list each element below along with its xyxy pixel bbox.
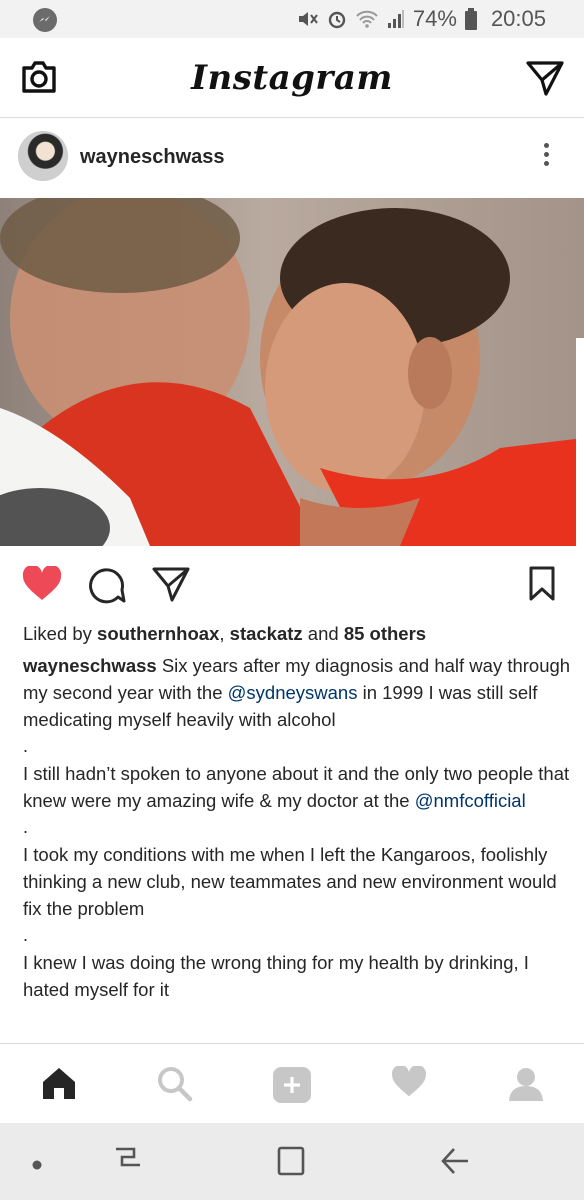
caption-paragraph: I knew I was doing the wrong thing for m… [23,952,529,1000]
add-icon[interactable] [272,1066,312,1109]
battery-percent: 74% [412,6,457,31]
post-username[interactable]: wayneschwass [80,146,225,169]
caption-separator: . [23,736,29,756]
post-caption: wayneschwass Six years after my diagnosi… [23,652,571,1003]
likes-others-link[interactable]: 85 others [344,623,426,644]
caption-paragraph: wayneschwass Six years after my diagnosi… [23,652,571,733]
likes-separator: , [219,623,230,644]
post-photo[interactable] [0,198,584,546]
more-options-icon[interactable] [544,143,550,166]
liker-link[interactable]: southernhoax [97,623,219,644]
home-button-icon[interactable] [112,1145,144,1182]
messenger-icon [33,8,57,32]
share-icon[interactable] [152,566,190,607]
likes-prefix: Liked by [23,623,98,644]
alarm-icon [328,11,346,29]
likes-line: Liked by southernhoax, stackatz and 85 o… [23,622,568,646]
activity-heart-icon[interactable] [391,1065,427,1103]
overview-icon[interactable] [276,1145,306,1182]
avatar[interactable] [18,131,68,181]
android-nav-bar [0,1123,584,1200]
post-header: wayneschwass [0,118,584,198]
clock: 20:05 [490,6,546,31]
liker-link[interactable]: stackatz [230,623,303,644]
caption-author[interactable]: wayneschwass [23,655,157,676]
search-icon[interactable] [157,1066,193,1107]
back-icon[interactable] [440,1145,470,1182]
recent-apps-icon[interactable] [32,1157,42,1175]
likes-and: and [302,623,344,644]
caption-paragraph: I took my conditions with me when I left… [23,844,557,919]
mention-link[interactable]: @nmfcofficial [415,790,526,811]
app-logo: Instagram [191,58,393,98]
home-icon[interactable] [41,1066,77,1105]
mute-icon [298,12,318,26]
app-header: Instagram [0,38,584,118]
battery-icon [464,8,477,30]
caption-paragraph: I still hadn’t spoken to anyone about it… [23,760,571,814]
signal-icon [387,10,404,28]
bookmark-icon[interactable] [528,566,556,607]
comment-icon[interactable] [88,566,126,609]
wifi-icon [356,10,378,28]
status-icons: 74% 20:05 [297,6,546,32]
like-heart-icon[interactable] [22,564,62,607]
caption-separator: . [23,817,29,837]
bottom-tab-bar [0,1043,584,1123]
profile-icon[interactable] [508,1066,544,1107]
post-actions [0,546,584,620]
direct-message-icon[interactable] [526,60,564,101]
mention-link[interactable]: @sydneyswans [228,682,358,703]
status-bar: 74% 20:05 [0,0,584,38]
caption-separator: . [23,925,29,945]
